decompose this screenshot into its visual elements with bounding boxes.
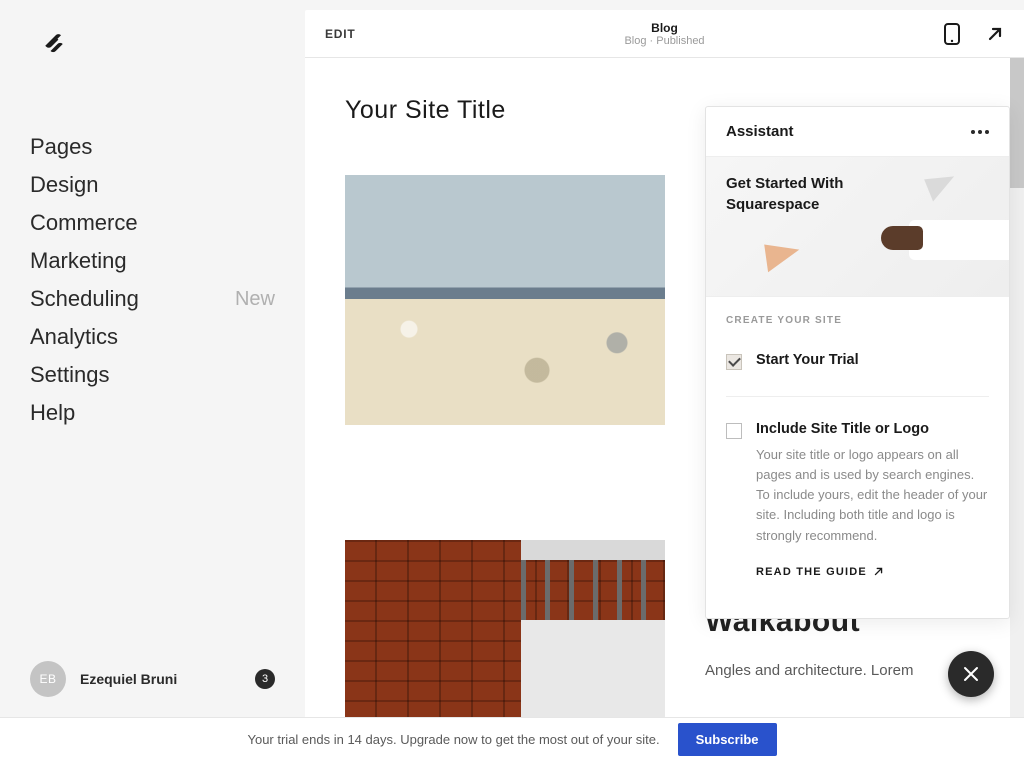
assistant-hero-title: Get Started With Squarespace [726, 173, 866, 215]
assistant-header: Assistant [706, 107, 1009, 157]
scrollbar-track[interactable] [1010, 58, 1024, 717]
assistant-hero[interactable]: Get Started With Squarespace [706, 157, 1009, 297]
main-nav: Pages Design Commerce Marketing Scheduli… [30, 128, 275, 641]
squarespace-logo-icon[interactable] [40, 30, 68, 58]
page-title: Blog [624, 21, 704, 35]
checklist-item-title-logo[interactable]: Include Site Title or Logo Your site tit… [726, 415, 989, 618]
post-excerpt: Angles and architecture. Lorem [705, 659, 984, 683]
trial-bar: Your trial ends in 14 days. Upgrade now … [0, 717, 1024, 761]
editor-actions [944, 23, 1004, 45]
avatar[interactable]: EB [30, 661, 66, 697]
sidebar-item-settings[interactable]: Settings [30, 356, 275, 394]
sidebar-item-label: Analytics [30, 324, 118, 350]
checklist-description: Your site title or logo appears on all p… [756, 445, 989, 546]
subscribe-button[interactable]: Subscribe [678, 723, 777, 756]
hand-illustration [909, 220, 1009, 260]
page-subtitle: Blog · Published [624, 35, 704, 47]
mobile-preview-icon[interactable] [944, 23, 960, 45]
sidebar-item-commerce[interactable]: Commerce [30, 204, 275, 242]
close-icon [963, 666, 979, 682]
checklist-item-trial[interactable]: Start Your Trial [726, 346, 989, 396]
editor-pane: EDIT Blog Blog · Published Your Site Tit… [305, 10, 1024, 717]
assistant-panel: Assistant Get Started With Squarespace C… [705, 106, 1010, 619]
sidebar-item-marketing[interactable]: Marketing [30, 242, 275, 280]
open-external-icon[interactable] [986, 25, 1004, 43]
sidebar-item-label: Settings [30, 362, 110, 388]
username[interactable]: Ezequiel Bruni [80, 671, 241, 687]
read-guide-link[interactable]: READ THE GUIDE [756, 566, 884, 578]
sidebar: Pages Design Commerce Marketing Scheduli… [0, 0, 305, 717]
sidebar-item-label: Help [30, 400, 75, 426]
sidebar-item-label: Design [30, 172, 98, 198]
arrow-up-right-icon [873, 566, 884, 577]
checkbox-empty-icon[interactable] [726, 423, 742, 439]
sidebar-item-analytics[interactable]: Analytics [30, 318, 275, 356]
post-image-brick [345, 540, 665, 717]
sidebar-item-design[interactable]: Design [30, 166, 275, 204]
section-label: CREATE YOUR SITE [726, 315, 989, 326]
assistant-section: Include Site Title or Logo Your site tit… [706, 397, 1009, 618]
sidebar-item-help[interactable]: Help [30, 394, 275, 432]
post-image-wall [345, 175, 665, 425]
edit-button[interactable]: EDIT [325, 27, 356, 41]
app-root: Pages Design Commerce Marketing Scheduli… [0, 0, 1024, 717]
checklist-title: Include Site Title or Logo [756, 421, 989, 437]
sidebar-item-pages[interactable]: Pages [30, 128, 275, 166]
editor-header: EDIT Blog Blog · Published [305, 10, 1024, 58]
editor-title-block: Blog Blog · Published [624, 21, 704, 47]
checkbox-checked-icon[interactable] [726, 354, 742, 370]
sidebar-item-scheduling[interactable]: Scheduling New [30, 280, 275, 318]
guide-link-label: READ THE GUIDE [756, 566, 867, 578]
assistant-section: CREATE YOUR SITE Start Your Trial [706, 297, 1009, 396]
trial-message: Your trial ends in 14 days. Upgrade now … [247, 732, 659, 747]
paper-plane-icon [764, 240, 802, 272]
sidebar-item-label: Pages [30, 134, 92, 160]
paper-plane-icon [924, 169, 960, 202]
more-options-icon[interactable] [971, 130, 989, 134]
scrollbar-thumb[interactable] [1010, 58, 1024, 188]
assistant-title: Assistant [726, 123, 794, 140]
post-images-column [345, 175, 665, 717]
notification-badge[interactable]: 3 [255, 669, 275, 689]
close-assistant-button[interactable] [948, 651, 994, 697]
new-badge: New [235, 288, 275, 311]
sidebar-item-label: Scheduling [30, 286, 139, 312]
sidebar-footer: EB Ezequiel Bruni 3 [30, 641, 275, 697]
sidebar-item-label: Marketing [30, 248, 127, 274]
sidebar-item-label: Commerce [30, 210, 138, 236]
checklist-title: Start Your Trial [756, 352, 989, 368]
